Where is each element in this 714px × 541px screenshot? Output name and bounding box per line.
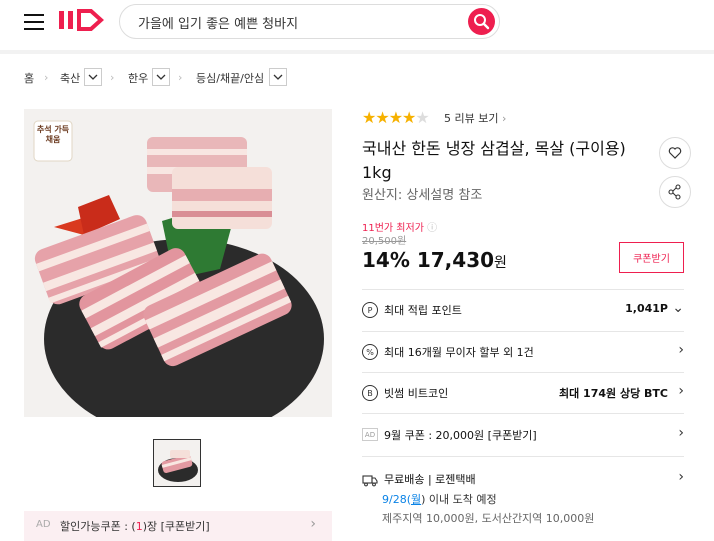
chevron-down-icon	[88, 74, 98, 80]
breadcrumb-separator: ›	[178, 71, 183, 84]
header	[0, 0, 714, 50]
get-coupon-button[interactable]: 쿠폰받기	[619, 242, 684, 273]
benefit-label: 최대 16개월 무이자 할부 외 1건	[384, 346, 534, 359]
benefit-installment[interactable]: % 최대 16개월 무이자 할부 외 1건 ›	[362, 342, 684, 366]
share-icon	[668, 184, 681, 200]
chevron-down-icon	[273, 74, 283, 80]
menu-icon[interactable]	[24, 12, 46, 32]
chevron-right-icon: ›	[678, 342, 684, 358]
search-input[interactable]	[138, 12, 458, 32]
bitcoin-icon: B	[362, 385, 378, 401]
benefit-bitcoin[interactable]: B 빗썸 비트코인 최대 174원 상당 BTC ›	[362, 383, 684, 407]
benefit-value: 1,041P	[625, 302, 668, 315]
thumbnail-image	[154, 440, 200, 486]
discount-rate: 14%	[362, 248, 410, 272]
point-icon: P	[362, 302, 378, 318]
benefit-label: 최대 적립 포인트	[384, 304, 462, 317]
search-button[interactable]	[468, 8, 495, 35]
discount-coupon-bar[interactable]: AD 할인가능쿠폰 : (1)장 [쿠폰받기] ›	[24, 511, 332, 541]
chevron-right-icon: ›	[310, 516, 316, 532]
product-thumbnail[interactable]	[153, 439, 201, 487]
shipping-date: 9/28(월) 이내 도착 예정	[382, 493, 497, 506]
rating-stars: ★★★★★	[362, 108, 430, 127]
shipping-extra-fee: 제주지역 10,000원, 도서산간지역 10,000원	[382, 512, 595, 525]
benefit-label: 빗썸 비트코인	[384, 387, 449, 400]
breadcrumb-category-1[interactable]: 축산	[60, 67, 80, 89]
breadcrumb-category-2[interactable]: 한우	[128, 67, 148, 89]
share-button[interactable]	[659, 176, 691, 208]
original-price: 20,500원	[362, 236, 407, 247]
breadcrumb-dropdown-3[interactable]	[269, 68, 287, 86]
truck-icon	[362, 475, 378, 487]
chevron-right-icon: ›	[678, 425, 684, 441]
chevron-down-icon	[156, 74, 166, 80]
breadcrumb-category-3[interactable]: 등심/채끝/안심	[196, 67, 264, 89]
ad-label: AD	[36, 519, 51, 530]
image-badge: 추석 가득채움	[36, 125, 70, 144]
divider	[362, 372, 684, 373]
price-unit: 원	[494, 255, 507, 271]
benefit-points[interactable]: P 최대 적립 포인트 1,041P ⌄	[362, 300, 684, 324]
search-box	[119, 4, 500, 39]
breadcrumb-dropdown-1[interactable]	[84, 68, 102, 86]
ad-badge: AD	[362, 428, 378, 441]
product-origin: 원산지: 상세설명 참조	[362, 188, 483, 203]
breadcrumb-dropdown-2[interactable]	[152, 68, 170, 86]
breadcrumb-home[interactable]: 홈	[24, 67, 34, 89]
11st-logo[interactable]	[57, 7, 109, 33]
breadcrumb-separator: ›	[110, 71, 115, 84]
pork-belly-photo	[24, 109, 332, 417]
benefit-coupon[interactable]: AD 9월 쿠폰 : 20,000원 [쿠폰받기] ›	[362, 425, 684, 449]
header-divider	[0, 50, 714, 54]
benefit-label: 9월 쿠폰 : 20,000원 [쿠폰받기]	[384, 429, 537, 442]
divider	[362, 413, 684, 414]
breadcrumb-separator: ›	[44, 71, 49, 84]
divider	[362, 331, 684, 332]
coupon-bar-text: 할인가능쿠폰 : (1)장 [쿠폰받기]	[60, 520, 210, 533]
shipping-info[interactable]: 무료배송 | 로젠택배 ›	[362, 469, 684, 493]
sale-price-value: 17,430	[416, 248, 495, 272]
benefit-value: 최대 174원 상당 BTC	[558, 387, 668, 400]
search-icon	[474, 14, 490, 30]
sale-price: 14% 17,430원	[362, 248, 507, 272]
chevron-right-icon: ›	[678, 469, 684, 485]
product-title: 국내산 한돈 냉장 삼겹살, 목살 (구이용) 1kg	[362, 139, 626, 182]
review-link[interactable]: 5 리뷰 보기 ›	[444, 110, 506, 126]
wishlist-button[interactable]	[659, 137, 691, 169]
divider	[362, 456, 684, 457]
product-image[interactable]: 추석 가득채움	[24, 109, 332, 417]
installment-icon: %	[362, 344, 378, 360]
chevron-down-icon: ⌄	[672, 300, 684, 316]
divider	[362, 289, 684, 290]
chevron-right-icon: ›	[678, 383, 684, 399]
heart-icon	[668, 147, 682, 159]
shipping-label: 무료배송 | 로젠택배	[384, 473, 476, 486]
